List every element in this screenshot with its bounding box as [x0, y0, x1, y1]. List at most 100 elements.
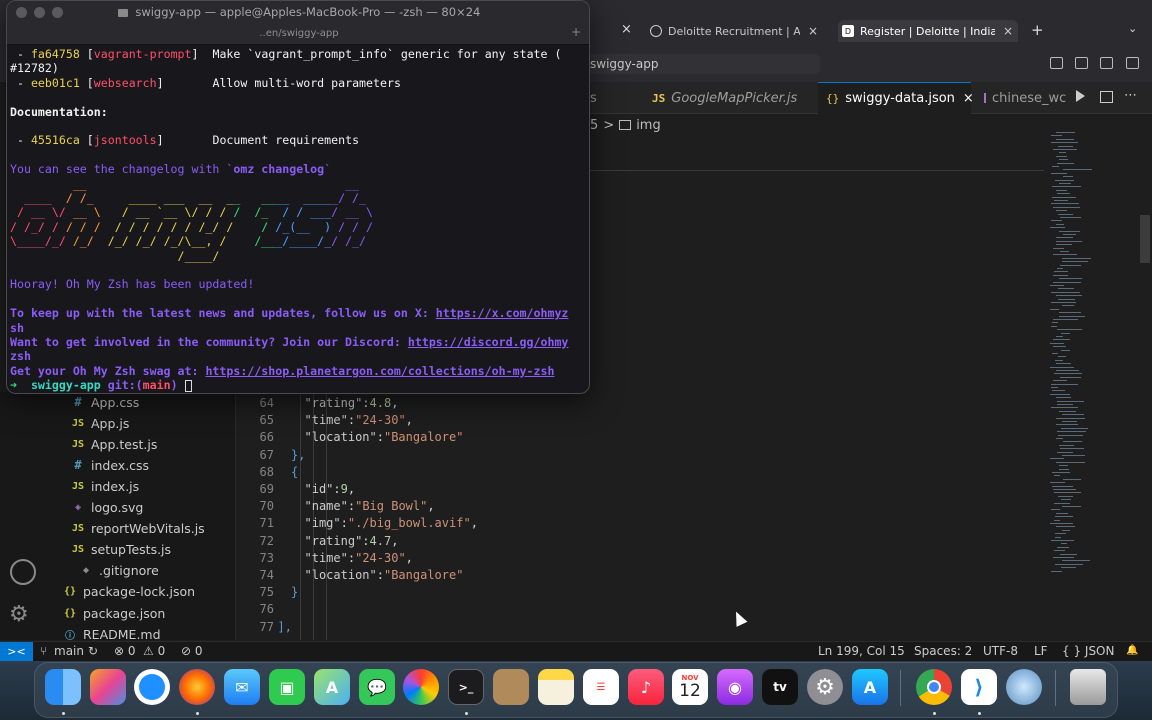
close-window-button[interactable] [16, 7, 27, 18]
code-line[interactable]: 66 "location":"Bangalore" [236, 429, 1036, 446]
mail-icon[interactable]: ✉ [224, 669, 260, 705]
close-icon[interactable]: × [963, 91, 974, 106]
app-store-icon[interactable]: A [852, 669, 888, 705]
git-branch[interactable]: main [54, 644, 84, 658]
remote-indicator[interactable]: >< [0, 642, 33, 662]
terminal-title-bar[interactable]: swiggy-app — apple@Apples-MacBook-Pro — … [7, 1, 589, 25]
code-line[interactable]: 74 "location":"Bangalore" [236, 567, 1036, 584]
discord-link[interactable]: https://discord.gg/ohmy [408, 335, 569, 349]
command-center-search[interactable]: swiggy-app [586, 54, 820, 74]
messages-icon[interactable]: 💬 [359, 669, 395, 705]
zoom-window-button[interactable] [52, 7, 63, 18]
editor-tab-googlemappicker[interactable]: JS GoogleMapPicker.js [652, 82, 817, 114]
editor-tab-chinese[interactable]: chinese_wc [984, 82, 1066, 114]
new-tab-button[interactable]: + [1031, 21, 1044, 39]
quicktime-icon[interactable] [1006, 669, 1042, 705]
explorer-file-item[interactable]: {} package.json [62, 603, 165, 623]
gear-icon[interactable]: ⚙ [9, 602, 29, 627]
finder-icon[interactable] [45, 669, 81, 705]
cursor-position[interactable]: Ln 199, Col 15 [818, 644, 905, 658]
podcasts-icon[interactable]: ◉ [717, 669, 753, 705]
editor-scrollbar[interactable] [1140, 215, 1150, 263]
explorer-file-item[interactable]: JS setupTests.js [70, 540, 171, 560]
close-icon[interactable]: × [1003, 24, 1013, 38]
swag-link[interactable]: https://shop.planetargon.com/collections… [205, 364, 554, 378]
toggle-secondary-sidebar-icon[interactable] [1100, 57, 1113, 69]
language-mode[interactable]: { } JSON [1062, 644, 1114, 658]
maps-icon[interactable]: A [314, 669, 350, 705]
launchpad-icon[interactable] [90, 669, 126, 705]
code-line[interactable]: 64 "rating":4.8, [236, 395, 1036, 412]
more-actions-icon[interactable]: ⋯ [1124, 88, 1137, 103]
browser-tab-deloitte-register[interactable]: D Register | Deloitte | India Offic × [838, 20, 1018, 42]
music-icon[interactable]: ♪ [628, 669, 664, 705]
code-line[interactable]: 70 "name":"Big Bowl", [236, 498, 1036, 515]
sync-icon[interactable]: ↻ [88, 644, 98, 658]
terminal-tab[interactable]: ..en/swiggy-app [7, 25, 589, 45]
code-line[interactable]: 69 "id":9, [236, 481, 1036, 498]
end-of-line[interactable]: LF [1034, 644, 1048, 658]
run-icon[interactable] [1076, 90, 1085, 102]
explorer-file-item[interactable]: JS App.js [70, 413, 129, 433]
photos-icon[interactable] [403, 669, 439, 705]
minimap[interactable] [1046, 132, 1138, 577]
code-line[interactable]: 75} [236, 584, 1036, 601]
code-line[interactable]: 73 "time":"24-30", [236, 550, 1036, 567]
explorer-file-item[interactable]: ◆ .gitignore [78, 561, 159, 581]
browser-tab-deloitte-recruitment[interactable]: Deloitte Recruitment | Assoc × [650, 20, 825, 42]
code-line[interactable]: 77], [236, 619, 1036, 636]
apple-tv-icon[interactable]: tv [762, 669, 798, 705]
trash-icon[interactable] [1070, 669, 1106, 705]
ports-indicator[interactable]: ⊘ 0 [181, 644, 203, 658]
new-terminal-tab-button[interactable]: + [571, 25, 581, 39]
breadcrumb-item[interactable]: img [636, 118, 661, 133]
account-icon[interactable] [10, 559, 36, 585]
code-line[interactable]: 71 "img":"./big_bowl.avif", [236, 515, 1036, 532]
code-editor[interactable]: 64 "rating":4.8, 65 "time":"24-30", 66 "locat… [236, 392, 1046, 640]
editor-tab-swiggy-data[interactable]: {} swiggy-data.json × [818, 82, 974, 114]
terminal-window[interactable]: swiggy-app — apple@Apples-MacBook-Pro — … [6, 0, 590, 394]
firefox-icon[interactable] [179, 669, 215, 705]
close-icon[interactable]: × [808, 24, 818, 38]
code-line[interactable]: 72 "rating":4.7, [236, 533, 1036, 550]
follow-link[interactable]: https://x.com/ohmyz [436, 306, 569, 320]
explorer-file-item[interactable]: {} package-lock.json [62, 582, 195, 602]
calendar-icon[interactable]: NOV 12 [672, 669, 708, 705]
contacts-icon[interactable] [493, 669, 529, 705]
explorer-file-item[interactable]: JS App.test.js [70, 434, 157, 454]
problems-warnings[interactable]: ⚠ 0 [143, 644, 165, 658]
tab-list-chevron-icon[interactable]: ⌄ [1128, 22, 1137, 35]
encoding[interactable]: UTF-8 [983, 644, 1018, 658]
split-editor-icon[interactable] [1100, 91, 1113, 103]
follow-link-wrap[interactable]: sh [10, 321, 24, 335]
explorer-file-item[interactable]: # index.css [70, 455, 149, 475]
tab-close-icon[interactable]: × [621, 22, 632, 37]
problems-errors[interactable]: ⊗ 0 [114, 644, 136, 658]
facetime-icon[interactable]: ▣ [269, 669, 305, 705]
toggle-panel-icon[interactable] [1075, 57, 1088, 69]
reminders-icon[interactable]: ☰ [583, 669, 619, 705]
editor-tab-partial[interactable]: s [590, 82, 630, 114]
indentation[interactable]: Spaces: 2 [914, 644, 972, 658]
code-line[interactable]: 67}, [236, 447, 1036, 464]
minimize-window-button[interactable] [34, 7, 45, 18]
explorer-file-item[interactable]: JS index.js [70, 476, 139, 496]
code-line[interactable]: 76 [236, 601, 1036, 618]
safari-icon[interactable] [134, 669, 170, 705]
explorer-file-item[interactable]: ◈ logo.svg [70, 498, 143, 518]
bell-icon[interactable]: 🔔 [1126, 645, 1138, 656]
code-line[interactable]: 65 "time":"24-30", [236, 412, 1036, 429]
toggle-sidebar-icon[interactable] [1050, 57, 1063, 69]
explorer-file-item[interactable]: JS reportWebVitals.js [70, 519, 205, 539]
breadcrumb-item[interactable]: 5 [590, 118, 598, 133]
code-line[interactable]: 68 { [236, 464, 1036, 481]
notes-icon[interactable] [538, 669, 574, 705]
discord-link-wrap[interactable]: zsh [10, 349, 31, 363]
terminal-icon[interactable]: >_ [448, 669, 484, 705]
vscode-icon[interactable]: ⟩ [961, 669, 997, 705]
explorer-file-item[interactable]: # App.css [70, 392, 139, 412]
chrome-icon[interactable] [916, 669, 952, 705]
terminal-prompt[interactable]: ➜ swiggy-app git:(main) [10, 378, 192, 392]
system-settings-icon[interactable]: ⚙ [807, 669, 843, 705]
customize-layout-icon[interactable] [1126, 57, 1139, 69]
